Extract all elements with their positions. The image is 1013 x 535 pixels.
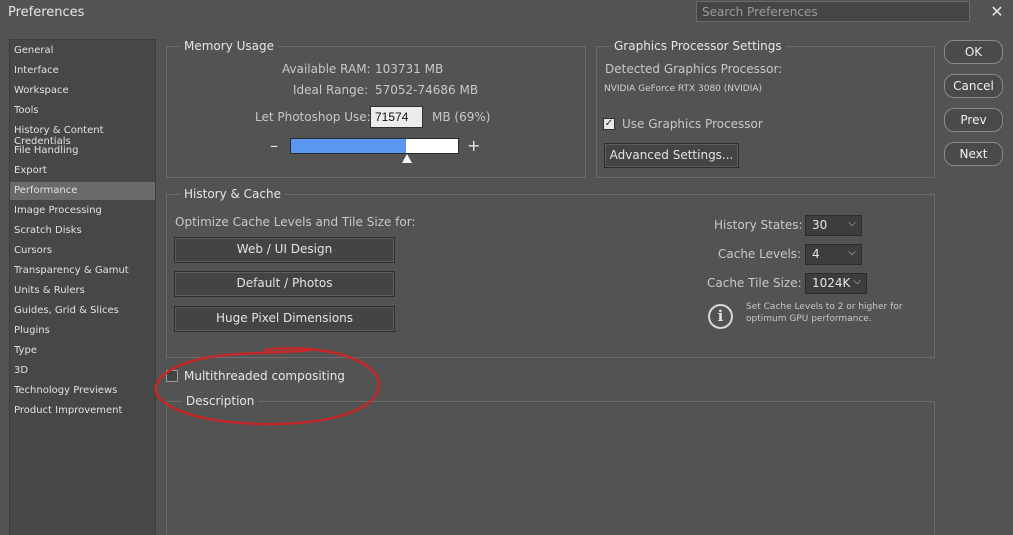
sidebar-item-workspace[interactable]: Workspace [10, 82, 155, 100]
sidebar-item-history-content-credentials[interactable]: History & Content Credentials [10, 122, 155, 147]
sidebar-item-type[interactable]: Type [10, 342, 155, 360]
sidebar-item-units-rulers[interactable]: Units & Rulers [10, 282, 155, 300]
web-ui-design-button[interactable]: Web / UI Design [174, 237, 395, 263]
history-states-value: 30 [812, 218, 828, 232]
history-states-dropdown[interactable]: 30 ⌵ [805, 215, 862, 236]
default-photos-button[interactable]: Default / Photos [174, 271, 395, 297]
sidebar-item-interface[interactable]: Interface [10, 62, 155, 80]
cache-tile-size-label: Cache Tile Size: [707, 276, 802, 290]
cancel-button[interactable]: Cancel [944, 74, 1003, 98]
cache-levels-dropdown[interactable]: 4 ⌵ [805, 244, 862, 265]
use-gpu-label[interactable]: Use Graphics Processor [622, 117, 763, 131]
cache-levels-value: 4 [812, 247, 820, 261]
info-text-line-2: optimum GPU performance. [746, 314, 872, 324]
annotation-circle [154, 347, 381, 426]
sidebar-item-cursors[interactable]: Cursors [10, 242, 155, 260]
sidebar-item-file-handling[interactable]: File Handling [10, 142, 155, 160]
sidebar: General Interface Workspace Tools History & … [9, 39, 156, 535]
available-ram-value: 103731 MB [375, 62, 444, 76]
sidebar-item-image-processing[interactable]: Image Processing [10, 202, 155, 220]
memory-percent-label: MB (69%) [432, 110, 491, 124]
memory-slider-track[interactable] [290, 138, 459, 154]
cache-levels-label: Cache Levels: [718, 247, 802, 261]
prev-button[interactable]: Prev [944, 108, 1003, 132]
memory-slider-fill [291, 139, 407, 153]
let-photoshop-use-label: Let Photoshop Use: [255, 110, 371, 124]
available-ram-label: Available RAM: [282, 62, 371, 76]
next-button[interactable]: Next [944, 142, 1003, 166]
history-states-label: History States: [714, 218, 803, 232]
huge-pixel-dimensions-button[interactable]: Huge Pixel Dimensions [174, 306, 395, 332]
increase-memory-icon[interactable]: + [467, 136, 480, 155]
sidebar-item-3d[interactable]: 3D [10, 362, 155, 380]
sidebar-item-export[interactable]: Export [10, 162, 155, 180]
history-cache-legend: History & Cache [180, 187, 285, 201]
ideal-range-label: Ideal Range: [293, 83, 369, 97]
annotation-stroke [154, 347, 381, 426]
close-icon[interactable]: ✕ [988, 2, 1006, 22]
cache-tile-size-value: 1024K [812, 276, 851, 290]
window-title: Preferences [8, 5, 85, 20]
info-text-line-1: Set Cache Levels to 2 or higher for [746, 302, 903, 312]
chevron-down-icon: ⌵ [853, 276, 861, 287]
memory-usage-legend: Memory Usage [180, 39, 279, 53]
sidebar-item-product-improvement[interactable]: Product Improvement [10, 402, 155, 420]
sidebar-item-transparency-gamut[interactable]: Transparency & Gamut [10, 262, 155, 280]
detected-gpu-label: Detected Graphics Processor: [605, 62, 783, 76]
sidebar-item-general[interactable]: General [10, 42, 155, 60]
sidebar-item-scratch-disks[interactable]: Scratch Disks [10, 222, 155, 240]
memory-amount-input[interactable] [370, 106, 423, 128]
ideal-range-value: 57052-74686 MB [375, 83, 479, 97]
gpu-settings-legend: Graphics Processor Settings [610, 39, 786, 53]
search-input[interactable] [696, 1, 970, 22]
cache-tile-size-dropdown[interactable]: 1024K ⌵ [805, 273, 867, 294]
decrease-memory-icon[interactable]: – [270, 136, 278, 155]
chevron-down-icon: ⌵ [848, 247, 856, 258]
optimize-cache-label: Optimize Cache Levels and Tile Size for: [175, 215, 416, 229]
sidebar-item-guides-grid-slices[interactable]: Guides, Grid & Slices [10, 302, 155, 320]
ok-button[interactable]: OK [944, 40, 1003, 64]
sidebar-item-tools[interactable]: Tools [10, 102, 155, 120]
use-gpu-checkbox[interactable]: ✓ [603, 118, 615, 130]
sidebar-item-plugins[interactable]: Plugins [10, 322, 155, 340]
info-icon: i [708, 304, 733, 329]
gpu-name: NVIDIA GeForce RTX 3080 (NVIDIA) [604, 84, 763, 94]
sidebar-item-performance[interactable]: Performance [10, 182, 155, 200]
memory-slider-handle[interactable] [401, 154, 412, 163]
advanced-settings-button[interactable]: Advanced Settings... [604, 143, 739, 168]
sidebar-item-technology-previews[interactable]: Technology Previews [10, 382, 155, 400]
chevron-down-icon: ⌵ [848, 218, 856, 229]
